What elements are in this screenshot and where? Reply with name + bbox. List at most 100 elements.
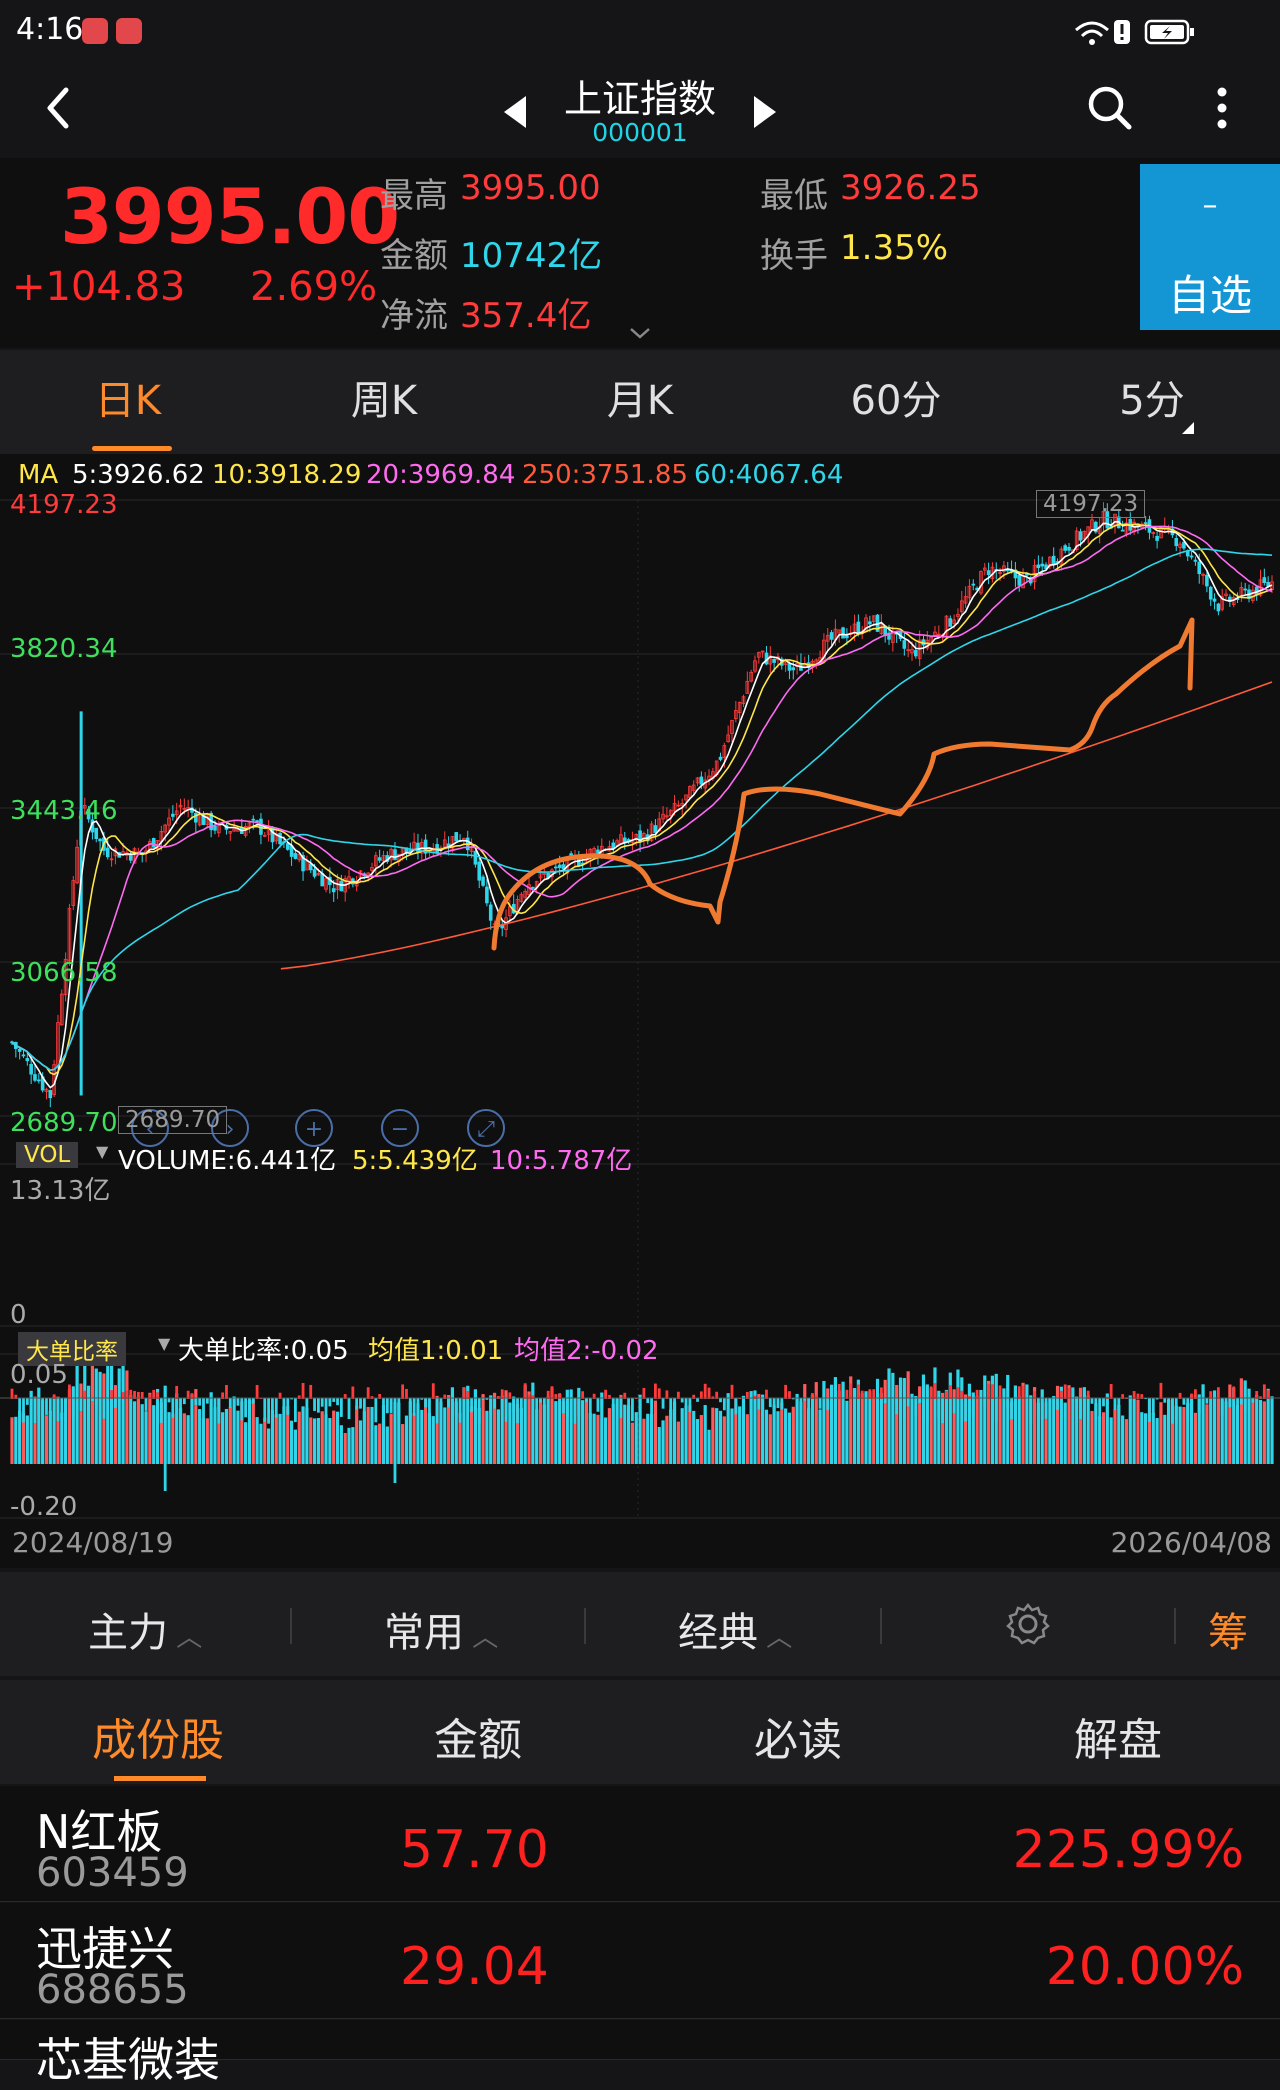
ratio-bar	[1182, 1398, 1186, 1405]
more-menu-icon[interactable]	[1212, 84, 1232, 132]
candle-body	[25, 1058, 30, 1062]
volume-bar	[182, 1413, 186, 1464]
back-arrow-icon[interactable]	[36, 84, 84, 132]
ratio-bar	[887, 1398, 891, 1417]
ratio-bar	[405, 1388, 408, 1399]
ratio-bar	[1117, 1398, 1121, 1411]
ratio-bar	[316, 1398, 320, 1413]
candle-body	[393, 849, 397, 861]
period-tabs: 日K 周K 月K 60分 5分	[0, 350, 1280, 454]
volume-bar	[657, 1427, 661, 1464]
volume-bar	[841, 1381, 845, 1464]
ratio-bar	[10, 1388, 14, 1399]
ratio-bar	[941, 1398, 945, 1424]
common-button[interactable]: 常用 ︿	[384, 1600, 498, 1658]
high-label: 最高	[380, 176, 448, 216]
volume-bar	[550, 1387, 554, 1464]
volume-bar	[814, 1382, 818, 1464]
common-label: 常用	[384, 1610, 464, 1656]
ratio-bar	[320, 1398, 324, 1407]
ratio-bar	[1006, 1398, 1010, 1408]
candle-body	[1243, 588, 1247, 591]
volume-bar	[129, 1395, 133, 1464]
tab-monthly-k[interactable]: 月K	[512, 368, 768, 426]
tab-daily-k[interactable]: 日K	[0, 368, 256, 426]
volume-bar	[837, 1390, 841, 1464]
kline-chart[interactable]: ‹ › + − ⤢ MA 5:3926.62 10:3918.29 20:3969.84…	[0, 454, 1280, 1568]
tab-constituents[interactable]: 成份股	[92, 1704, 224, 1768]
volume-bar	[485, 1410, 489, 1464]
list-item[interactable]: 迅捷兴 688655 29.04 20.00%	[0, 1903, 1280, 2019]
big-order-dropdown-icon[interactable]: ▼	[158, 1334, 170, 1353]
ratio-bar	[1090, 1398, 1094, 1404]
candle-body	[699, 776, 704, 785]
ratio-bar	[382, 1398, 385, 1408]
ratio-bar	[454, 1398, 458, 1418]
tab-60min[interactable]: 60分	[768, 368, 1024, 426]
volume-bar	[148, 1392, 152, 1464]
ratio-bar	[332, 1398, 336, 1402]
list-item[interactable]: 芯基微装	[0, 2020, 1280, 2087]
quote-panel: 3995.00 +104.83 2.69% 最高 3995.00 金额 1074…	[0, 158, 1280, 348]
ratio-bar	[305, 1398, 309, 1413]
tab-weekly-k[interactable]: 周K	[256, 368, 512, 426]
volume-bar	[607, 1408, 612, 1464]
volume-bar	[236, 1410, 240, 1464]
volume-bar	[780, 1402, 784, 1464]
volume-bar	[695, 1419, 700, 1464]
volume-bar	[366, 1406, 370, 1464]
tab-must-read[interactable]: 必读	[754, 1704, 842, 1768]
volume-bar	[1239, 1378, 1243, 1464]
ratio-bar	[680, 1398, 684, 1403]
ratio-bar	[48, 1398, 52, 1414]
ratio-bar	[1159, 1382, 1163, 1399]
chart-canvas[interactable]: ‹ › + − ⤢	[0, 454, 1280, 1568]
volume-bar	[1144, 1413, 1148, 1464]
low-value: 3926.25	[840, 168, 981, 208]
ma-label: MA	[18, 460, 59, 490]
gear-icon[interactable]	[1006, 1602, 1050, 1646]
chip-distribution-button[interactable]: 筹	[1208, 1600, 1248, 1658]
add-to-watchlist-button[interactable]: – 自选	[1140, 164, 1280, 330]
tab-amount[interactable]: 金额	[434, 1704, 522, 1768]
classic-button[interactable]: 经典 ︿	[678, 1600, 792, 1658]
candle-body	[105, 847, 110, 858]
tab-analysis[interactable]: 解盘	[1074, 1704, 1162, 1768]
divider	[584, 1608, 586, 1644]
stock-change: 20.00%	[1045, 1937, 1244, 1997]
list-item[interactable]: N红板 603459 57.70 225.99%	[0, 1786, 1280, 1902]
chevron-down-icon[interactable]	[628, 326, 652, 340]
ratio-bar	[1197, 1398, 1201, 1415]
volume-bar	[48, 1410, 52, 1464]
volume-bar	[431, 1416, 435, 1464]
candle-body	[1262, 577, 1267, 584]
ratio-bar	[922, 1398, 925, 1423]
price-axis-l2: 3443.46	[10, 796, 118, 826]
candle-body	[841, 627, 845, 639]
ratio-bar	[79, 1398, 83, 1411]
ratio-bar	[175, 1385, 179, 1399]
previous-index-icon[interactable]	[500, 94, 530, 130]
volume-tag[interactable]: VOL	[16, 1142, 79, 1168]
volume-bar	[741, 1395, 746, 1464]
moving-average-lines	[11, 520, 1273, 1089]
ratio-bar	[742, 1398, 745, 1403]
ratio-bar	[730, 1384, 734, 1399]
ratio-bar	[309, 1384, 313, 1399]
ratio-bar	[397, 1398, 401, 1418]
volume-bar	[1209, 1397, 1213, 1464]
volume-bar	[1117, 1404, 1121, 1464]
ratio-bar	[60, 1398, 64, 1420]
search-icon[interactable]	[1086, 84, 1134, 132]
ratio-bar	[684, 1398, 688, 1419]
ratio-bar	[474, 1398, 477, 1419]
tab-5min[interactable]: 5分	[1024, 368, 1280, 426]
ratio-bar	[1048, 1398, 1052, 1405]
volume-dropdown-icon[interactable]: ▼	[96, 1142, 108, 1161]
main-force-button[interactable]: 主力 ︿	[88, 1600, 202, 1658]
volume-bar	[381, 1404, 386, 1464]
ratio-bar	[703, 1383, 707, 1399]
volume-bar	[370, 1406, 374, 1464]
ratio-bar	[654, 1383, 657, 1399]
next-index-icon[interactable]	[750, 94, 780, 130]
